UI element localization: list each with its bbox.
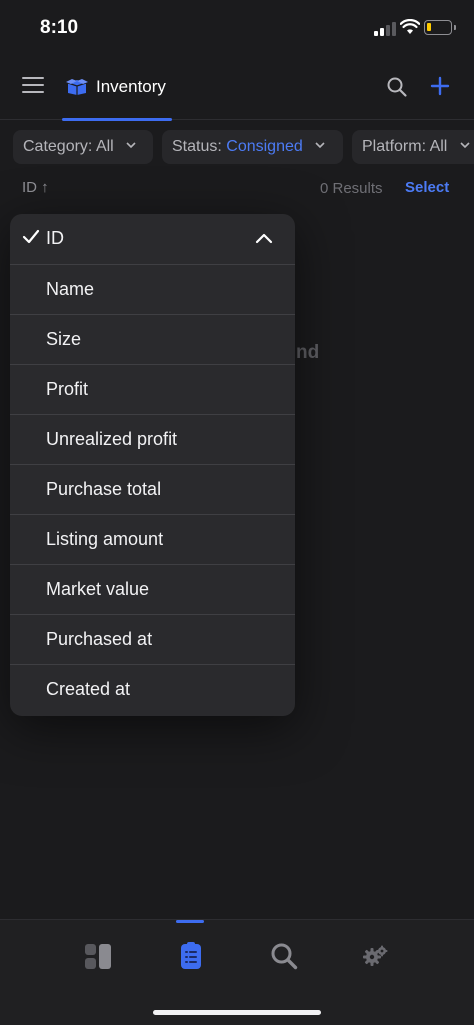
sort-option-purchased-at[interactable]: Purchased at: [10, 614, 295, 664]
cellular-signal-icon: [374, 22, 396, 36]
sort-option-listing-amount[interactable]: Listing amount: [10, 514, 295, 564]
sort-option-id[interactable]: ID: [10, 214, 295, 264]
chevron-up-icon[interactable]: [255, 232, 273, 244]
filter-category-value: All: [95, 138, 114, 155]
battery-icon: [424, 20, 456, 35]
sort-option-name[interactable]: Name: [10, 264, 295, 314]
status-time: 8:10: [40, 17, 79, 38]
sort-option-label: Profit: [46, 379, 89, 399]
sort-option-purchase-total[interactable]: Purchase total: [10, 464, 295, 514]
filter-platform[interactable]: Platform: All: [352, 130, 474, 164]
chevron-down-icon: [460, 142, 470, 149]
sort-option-label: Listing amount: [46, 529, 164, 549]
search-button[interactable]: [386, 76, 408, 98]
select-button[interactable]: Select: [405, 179, 449, 196]
sort-option-market-value[interactable]: Market value: [10, 564, 295, 614]
dashboard-icon[interactable]: [84, 942, 112, 970]
search-icon[interactable]: [270, 942, 298, 970]
filter-category-key: Category:: [23, 138, 93, 155]
filter-bar: Category: All Status: Consigned Platform…: [0, 130, 474, 164]
bottom-tab-bar: [0, 919, 474, 1025]
filter-status-value: Consigned: [226, 138, 303, 155]
sort-option-created-at[interactable]: Created at: [10, 664, 295, 714]
sort-button[interactable]: ID ↑: [22, 179, 49, 196]
sort-row: ID ↑ 0 Results Select: [0, 178, 474, 200]
home-indicator[interactable]: [153, 1010, 321, 1015]
sort-option-label: ID: [46, 228, 64, 248]
status-bar: 8:10: [0, 0, 474, 56]
inventory-icon[interactable]: [177, 942, 205, 970]
filter-platform-value: All: [429, 138, 448, 155]
sort-option-profit[interactable]: Profit: [10, 364, 295, 414]
wifi-icon: [400, 19, 420, 34]
tab-inventory-label: Inventory: [96, 77, 166, 96]
filter-status-key: Status:: [172, 138, 222, 155]
chevron-down-icon: [126, 142, 136, 149]
sort-option-label: Size: [46, 329, 82, 349]
sort-option-label: Name: [46, 279, 95, 299]
sort-option-size[interactable]: Size: [10, 314, 295, 364]
sort-option-label: Market value: [46, 579, 150, 599]
sort-option-unrealized-profit[interactable]: Unrealized profit: [10, 414, 295, 464]
sort-key-label: ID: [22, 179, 37, 196]
filter-category[interactable]: Category: All: [13, 130, 153, 164]
sort-option-label: Unrealized profit: [46, 429, 178, 449]
arrow-up-icon: ↑: [41, 179, 49, 196]
tab-inventory[interactable]: Inventory: [62, 56, 174, 121]
results-count: 0 Results: [320, 180, 383, 197]
box-icon: [66, 79, 88, 95]
sort-option-label: Created at: [46, 679, 131, 699]
filter-status[interactable]: Status: Consigned: [162, 130, 343, 164]
chevron-down-icon: [315, 142, 325, 149]
sort-option-label: Purchase total: [46, 479, 162, 499]
filter-platform-key: Platform:: [362, 138, 427, 155]
add-item-button[interactable]: [428, 74, 452, 98]
empty-state-text: nd: [296, 342, 320, 363]
sort-dropdown-menu: ID Name Size Profit Unrealized profit Pu…: [10, 214, 295, 716]
active-tab-indicator: [176, 920, 204, 923]
active-tab-underline: [62, 118, 172, 121]
menu-button[interactable]: [22, 76, 44, 94]
top-nav-bar: Inventory: [0, 56, 474, 121]
checkmark-icon: [22, 229, 40, 244]
settings-icon[interactable]: [362, 942, 390, 970]
sort-option-label: Purchased at: [46, 629, 153, 649]
